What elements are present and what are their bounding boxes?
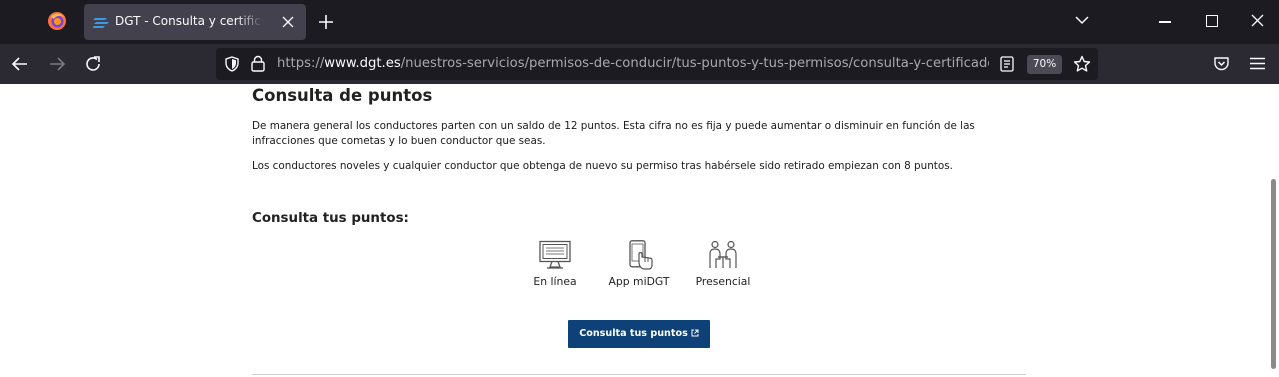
window-close-icon[interactable] (1251, 14, 1264, 27)
shield-icon[interactable] (224, 56, 240, 72)
url-text[interactable]: https://www.dgt.es/nuestros-servicios/pe… (277, 56, 989, 74)
reader-view-icon[interactable] (1000, 56, 1014, 72)
minimize-icon[interactable] (1159, 21, 1171, 23)
cta-label: Consulta tus puntos (579, 328, 688, 339)
navigation-bar: https://www.dgt.es/nuestros-servicios/pe… (0, 44, 1279, 84)
lock-icon[interactable] (251, 55, 265, 72)
paragraph-noveles: Los conductores noveles y cualquier cond… (252, 160, 953, 172)
smartphone-touch-icon (629, 240, 653, 270)
option-en-linea[interactable]: En línea (510, 240, 600, 288)
star-icon[interactable] (1073, 55, 1091, 73)
section-title: Consulta de puntos (252, 86, 433, 105)
option-label: Presencial (695, 275, 751, 288)
plus-icon[interactable] (317, 13, 335, 31)
option-label: App miDGT (608, 275, 670, 288)
in-person-meeting-icon (709, 240, 737, 268)
chevron-down-icon[interactable] (1075, 15, 1089, 25)
firefox-logo[interactable] (47, 11, 67, 31)
forward-arrow-icon[interactable] (48, 55, 66, 73)
consulta-puntos-button[interactable]: Consulta tus puntos (568, 320, 710, 348)
hamburger-menu-icon[interactable] (1250, 57, 1265, 70)
tab-bar: DGT - Consulta y certificado de puntos (0, 0, 1279, 44)
tab-title: DGT - Consulta y certificado de puntos (115, 14, 263, 28)
maximize-icon[interactable] (1206, 15, 1218, 27)
page-content: Consulta de puntos De manera general los… (0, 84, 1279, 377)
content-divider (252, 374, 1026, 375)
close-icon[interactable] (282, 16, 294, 28)
option-app-midgt[interactable]: App miDGT (594, 240, 684, 288)
computer-monitor-icon (539, 240, 571, 269)
option-label: En línea (533, 275, 577, 288)
reload-icon[interactable] (84, 55, 102, 73)
paragraph-saldo: De manera general los conductores parten… (252, 120, 975, 147)
zoom-level-button[interactable]: 70% (1027, 55, 1062, 74)
back-arrow-icon[interactable] (11, 55, 29, 73)
browser-tab-active[interactable]: DGT - Consulta y certificado de puntos (84, 4, 306, 40)
dgt-favicon-icon (93, 18, 109, 28)
consulta-title: Consulta tus puntos: (252, 211, 409, 226)
external-link-icon (691, 329, 699, 337)
page-scrollbar[interactable] (1271, 179, 1276, 369)
option-presencial[interactable]: Presencial (678, 240, 768, 288)
address-bar[interactable]: https://www.dgt.es/nuestros-servicios/pe… (216, 48, 1098, 80)
pocket-icon[interactable] (1213, 55, 1230, 72)
